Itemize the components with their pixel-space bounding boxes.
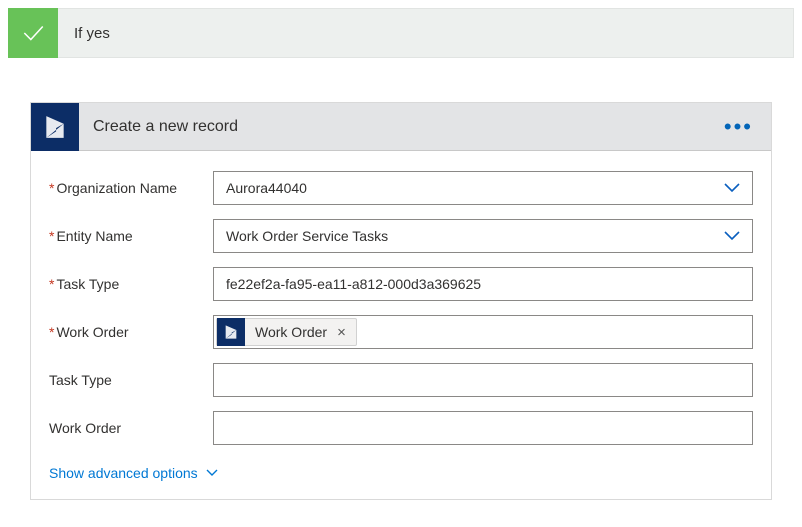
more-options-button[interactable]: ••• [706,122,771,132]
label-work-order-required: *Work Order [49,324,213,340]
condition-title: If yes [58,25,110,42]
card-header[interactable]: Create a new record ••• [31,103,771,151]
label-organization-name: *Organization Name [49,180,213,196]
chevron-down-icon [206,469,218,477]
dynamics-icon [31,103,79,151]
entity-name-dropdown[interactable]: Work Order Service Tasks [213,219,753,253]
show-advanced-options-link[interactable]: Show advanced options [49,465,218,481]
card-body: *Organization Name Aurora44040 *Entity N… [31,151,771,499]
label-work-order: Work Order [49,420,213,436]
label-entity-name: *Entity Name [49,228,213,244]
work-order-input[interactable] [213,411,753,445]
task-type-input[interactable] [213,363,753,397]
close-icon[interactable]: × [337,325,346,340]
task-type-value: fe22ef2a-fa95-ea11-a812-000d3a369625 [214,276,752,292]
label-task-type: Task Type [49,372,213,388]
action-card: Create a new record ••• *Organization Na… [30,102,772,500]
condition-header[interactable]: If yes [8,8,794,58]
dynamics-icon [217,318,245,346]
checkmark-icon [8,8,58,58]
chevron-down-icon[interactable] [712,231,752,241]
card-title: Create a new record [79,118,706,136]
label-task-type-required: *Task Type [49,276,213,292]
organization-name-dropdown[interactable]: Aurora44040 [213,171,753,205]
chevron-down-icon[interactable] [712,183,752,193]
work-order-input-required[interactable]: Work Order × [213,315,753,349]
work-order-chip[interactable]: Work Order × [216,318,357,346]
entity-name-value: Work Order Service Tasks [214,228,712,244]
task-type-input-required[interactable]: fe22ef2a-fa95-ea11-a812-000d3a369625 [213,267,753,301]
organization-name-value: Aurora44040 [214,180,712,196]
chip-label: Work Order [245,324,337,340]
